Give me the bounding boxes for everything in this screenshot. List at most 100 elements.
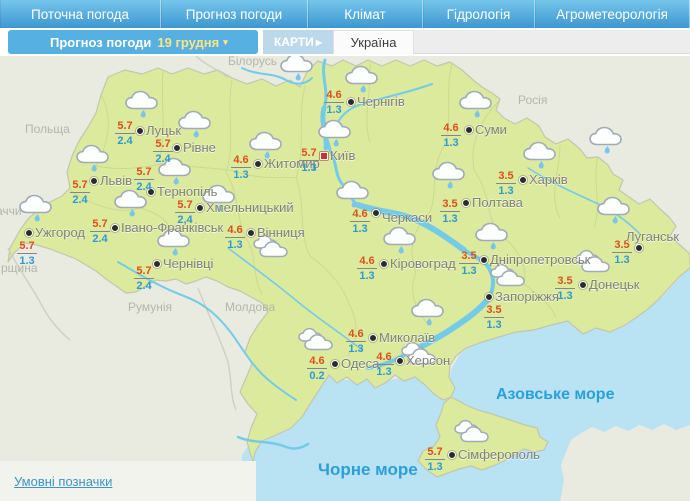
temp-max: 3.5 <box>440 198 460 213</box>
city-temps-lutsk: 5.7 2.4 <box>115 120 135 147</box>
tab-current-weather[interactable]: Поточна погода <box>0 0 161 28</box>
tab-climate[interactable]: Клімат <box>308 0 423 28</box>
tab-ukraine[interactable]: Україна <box>333 30 414 54</box>
temp-max: 3.5 <box>555 275 575 290</box>
city-marker-khmelnytskyi <box>196 204 204 212</box>
rain-cloud-icon <box>123 89 163 119</box>
country-label: Молдова <box>225 300 276 314</box>
city-temps-sumy: 4.6 1.3 <box>441 122 461 149</box>
temp-min: 1.3 <box>19 255 35 268</box>
tab-agrometeorology[interactable]: Агрометеорологія <box>535 0 690 28</box>
temp-min: 1.3 <box>227 239 243 252</box>
city-label-uzhhorod: Ужгород <box>35 225 85 240</box>
rain-cloud-icon <box>316 118 356 148</box>
city-temps-odesa: 4.6 0.2 <box>307 355 327 382</box>
city-temps-simferopol: 5.7 1.3 <box>425 446 445 473</box>
temp-min: 2.4 <box>155 153 171 166</box>
temp-min: 1.3 <box>461 265 477 278</box>
ukraine-weather-map: БілорусьПольщаРосіяРумуніяМолдовааччирщи… <box>0 56 690 501</box>
temp-max: 4.6 <box>441 122 461 137</box>
rain-cloud-icon <box>521 140 561 170</box>
city-temps-chernivtsi: 5.7 2.4 <box>134 265 154 292</box>
city-label-dnipropetrovsk: Дніпропетровськ <box>490 252 591 267</box>
city-temps-poltava: 3.5 1.3 <box>440 198 460 225</box>
rain-cloud-icon <box>457 89 497 119</box>
temp-min: 2.4 <box>72 194 88 207</box>
city-marker-kherson <box>396 357 404 365</box>
city-temps-chernihiv: 4.6 1.3 <box>324 89 344 116</box>
maps-button[interactable]: КАРТИ ▶ <box>263 30 333 54</box>
temp-max: 5.7 <box>70 179 90 194</box>
temp-min: 0.2 <box>309 370 325 383</box>
forecast-date-selector[interactable]: Прогноз погоди 19 грудня ▾ <box>8 30 258 54</box>
city-temps-zaporizhzhia: 3.5 1.3 <box>484 304 504 331</box>
subbar-filler <box>414 30 690 54</box>
city-temps-kyiv: 5.7 1.3 <box>299 147 319 174</box>
city-marker-kyiv <box>320 152 328 160</box>
temp-min: 1.3 <box>359 270 375 283</box>
temp-max: 3.5 <box>496 170 516 185</box>
rain-cloud-icon <box>409 297 449 327</box>
arrow-right-icon: ▶ <box>315 37 322 47</box>
country-label: Румунія <box>128 300 173 314</box>
legend-link[interactable]: Умовні позначки <box>14 474 112 489</box>
city-marker-odesa <box>331 360 339 368</box>
city-label-vinnytsia: Вінниця <box>257 225 305 240</box>
temp-max: 5.7 <box>134 265 154 280</box>
temp-min: 2.4 <box>117 135 133 148</box>
temp-min: 2.4 <box>92 233 108 246</box>
city-label-kyiv: Київ <box>330 148 356 163</box>
temp-max: 4.6 <box>346 328 366 343</box>
city-marker-poltava <box>462 199 470 207</box>
city-label-zaporizhzhia: Запоріжжя <box>495 289 559 304</box>
city-marker-rivne <box>173 144 181 152</box>
city-marker-zaporizhzhia <box>485 293 493 301</box>
city-label-luhansk: Луганськ <box>626 229 680 244</box>
city-marker-simferopol <box>448 451 456 459</box>
city-label-khmelnytskyi: Хмельницький <box>206 200 294 215</box>
city-temps-ivano-frankivsk: 5.7 2.4 <box>90 218 110 245</box>
city-marker-lutsk <box>136 127 144 135</box>
temp-max: 4.6 <box>374 351 394 366</box>
city-label-simferopol: Сімферополь <box>458 447 540 462</box>
rain-cloud-icon <box>430 160 470 190</box>
city-temps-mykolaiv: 4.6 1.3 <box>346 328 366 355</box>
rain-cloud-icon <box>473 221 513 251</box>
temp-max: 4.6 <box>307 355 327 370</box>
temp-min: 2,4 <box>177 214 193 227</box>
city-temps-kirovohrad: 4.6 1.3 <box>357 255 377 282</box>
temp-max: 5.7 <box>299 147 319 162</box>
city-temps-cherkasy: 4.6 1.3 <box>350 208 370 235</box>
main-nav: Поточна погода Прогноз погоди Клімат Гід… <box>0 0 690 28</box>
city-label-chernihiv: Чернігів <box>357 94 405 109</box>
city-label-poltava: Полтава <box>472 195 523 210</box>
rain-cloud-icon <box>176 109 216 139</box>
temp-max: 5.7 <box>90 218 110 233</box>
temp-max: 4.6 <box>350 208 370 223</box>
temp-max: 4.6 <box>225 224 245 239</box>
temp-min: 1.3 <box>301 162 317 175</box>
city-temps-ternopil: 5.7 2.4 <box>134 166 154 193</box>
tab-forecast[interactable]: Прогноз погоди <box>161 0 308 28</box>
maps-label: КАРТИ <box>274 35 314 49</box>
city-marker-cherkasy <box>372 209 380 217</box>
rain-cloud-icon <box>595 195 635 225</box>
city-label-lutsk: Луцьк <box>146 123 182 138</box>
city-temps-zhytomyr: 4.6 1.3 <box>231 154 251 181</box>
sub-nav: Прогноз погоди 19 грудня ▾ КАРТИ ▶ Украї… <box>0 30 690 54</box>
tab-hydrology[interactable]: Гідрологія <box>423 0 535 28</box>
country-label: Білорусь <box>228 56 278 68</box>
temp-min: 1.3 <box>442 213 458 226</box>
city-marker-ivano-frankivsk <box>111 224 119 232</box>
city-temps-rivne: 5.7 2.4 <box>153 138 173 165</box>
chevron-down-icon: ▾ <box>223 36 228 47</box>
sea-label: Азовське море <box>496 386 615 403</box>
temp-max: 5.7 <box>425 446 445 461</box>
city-temps-uzhhorod: 5.7 1.3 <box>17 240 37 267</box>
clouds-icon <box>451 418 491 448</box>
city-label-ternopil: Тернопіль <box>157 184 218 199</box>
city-marker-kharkiv <box>519 176 527 184</box>
city-label-donetsk: Донецьк <box>589 277 640 292</box>
sea-label: Чорне море <box>318 460 418 479</box>
legend-panel: Умовні позначки <box>0 461 256 501</box>
